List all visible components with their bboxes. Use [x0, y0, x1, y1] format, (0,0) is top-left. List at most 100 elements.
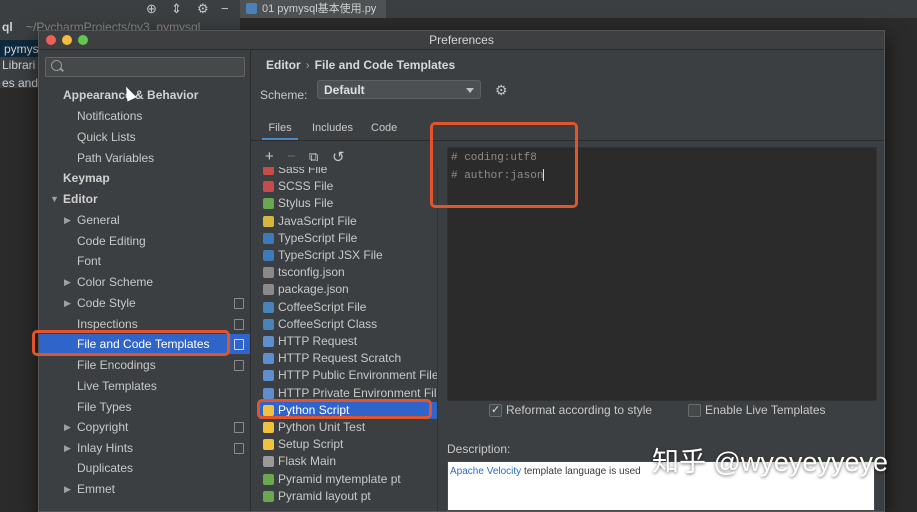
nav-general[interactable]: ▶ General: [39, 210, 250, 230]
file-template-item[interactable]: TypeScript JSX File: [259, 247, 437, 264]
file-template-item[interactable]: Sass File: [259, 167, 437, 178]
velocity-link[interactable]: Apache Velocity: [450, 466, 521, 477]
editor-tab-label: 01 pymysql基本使用.py: [262, 3, 377, 15]
nav-keymap[interactable]: Keymap: [39, 168, 250, 188]
nav-code-style[interactable]: ▶ Code Style: [39, 293, 250, 313]
breadcrumb: Editor › File and Code Templates: [266, 58, 455, 72]
nav-duplicates[interactable]: Duplicates: [39, 458, 250, 478]
collapsed-arrow-icon[interactable]: ▶: [64, 417, 71, 437]
file-type-icon: [263, 198, 274, 210]
editor-tab[interactable]: 01 pymysql基本使用.py: [240, 0, 387, 18]
minimize-window-button[interactable]: [62, 35, 72, 45]
dialog-titlebar: Preferences: [39, 31, 884, 50]
nav-path-variables[interactable]: Path Variables: [39, 148, 250, 168]
python-file-icon: [246, 3, 257, 14]
file-template-label: TypeScript File: [278, 230, 358, 245]
nav-appearance-behavior[interactable]: Appearance & Behavior: [39, 85, 250, 105]
close-window-button[interactable]: [46, 35, 56, 45]
settings-search-input[interactable]: [45, 57, 245, 77]
file-template-item[interactable]: Stylus File: [259, 195, 437, 212]
minimize-icon[interactable]: −: [221, 1, 229, 16]
file-template-item[interactable]: HTTP Request Scratch: [259, 350, 437, 367]
file-template-label: Stylus File: [278, 196, 334, 211]
ide-toolbar: ⊕ ⇕ ⚙ − 01 pymysql基本使用.py: [0, 0, 917, 19]
file-template-item[interactable]: Pyramid mytemplate pt: [259, 471, 437, 488]
file-template-item[interactable]: Flask Main: [259, 453, 437, 470]
tab-files[interactable]: Files: [262, 116, 298, 140]
file-template-item[interactable]: CoffeeScript File: [259, 299, 437, 316]
add-icon[interactable]: +: [265, 148, 274, 165]
file-template-item[interactable]: HTTP Request: [259, 333, 437, 350]
file-template-label: CoffeeScript File: [278, 299, 367, 314]
description-label: Description:: [447, 442, 511, 456]
tab-includes[interactable]: Includes: [312, 116, 353, 140]
file-type-icon: [263, 439, 274, 451]
collapsed-arrow-icon[interactable]: ▶: [64, 293, 71, 313]
breadcrumb-parent[interactable]: Editor: [266, 58, 301, 72]
tab-code[interactable]: Code: [371, 116, 397, 140]
file-type-icon: [263, 473, 274, 485]
file-template-label: tsconfig.json: [278, 265, 345, 280]
nav-quick-lists[interactable]: Quick Lists: [39, 127, 250, 147]
file-type-icon: [263, 353, 274, 365]
file-template-label: SCSS File: [278, 179, 334, 194]
zoom-window-button[interactable]: [78, 35, 88, 45]
nav-font[interactable]: Font: [39, 251, 250, 271]
file-template-label: Sass File: [278, 167, 328, 176]
checkbox-unchecked-icon: [688, 404, 701, 417]
scheme-gear-icon[interactable]: ⚙: [495, 82, 508, 99]
dialog-title: Preferences: [429, 33, 494, 47]
nav-live-templates[interactable]: Live Templates: [39, 376, 250, 396]
file-template-item[interactable]: HTTP Public Environment File: [259, 367, 437, 384]
file-type-icon: [263, 456, 274, 468]
file-template-item[interactable]: Setup Script: [259, 436, 437, 453]
reset-icon[interactable]: ↺: [332, 148, 345, 166]
nav-color-scheme[interactable]: ▶ Color Scheme: [39, 272, 250, 292]
collapsed-arrow-icon[interactable]: ▶: [64, 210, 71, 230]
callout-editor-highlight: [430, 122, 578, 208]
nav-code-editing[interactable]: Code Editing: [39, 231, 250, 251]
nav-file-encodings[interactable]: File Encodings: [39, 355, 250, 375]
nav-editor[interactable]: ▼ Editor: [39, 189, 250, 209]
nav-copyright[interactable]: ▶ Copyright: [39, 417, 250, 437]
target-icon[interactable]: ⊕: [146, 1, 157, 17]
breadcrumb-current: File and Code Templates: [314, 58, 456, 72]
file-template-item[interactable]: JavaScript File: [259, 213, 437, 230]
nav-file-types[interactable]: File Types: [39, 397, 250, 417]
file-template-label: package.json: [278, 282, 349, 297]
file-template-label: Flask Main: [278, 454, 337, 469]
tree-item-libraries[interactable]: Librari: [2, 58, 35, 72]
callout-sidebar-highlight: [32, 330, 230, 356]
collapsed-arrow-icon[interactable]: ▶: [64, 479, 71, 499]
copy-icon[interactable]: ⧉: [309, 149, 318, 165]
file-template-item[interactable]: TypeScript File: [259, 230, 437, 247]
file-type-icon: [263, 215, 274, 227]
collapse-icon[interactable]: ⇕: [171, 1, 182, 17]
file-template-item[interactable]: tsconfig.json: [259, 264, 437, 281]
file-type-icon: [263, 318, 274, 330]
file-template-label: HTTP Request: [278, 334, 358, 348]
template-file-list[interactable]: Sass File SCSS File Stylus File JavaScript …: [259, 167, 438, 511]
file-template-item[interactable]: Python Unit Test: [259, 419, 437, 436]
remove-icon[interactable]: −: [287, 148, 296, 165]
file-template-label: Pyramid layout pt: [278, 488, 371, 503]
file-type-icon: [263, 370, 274, 382]
settings-gear-icon[interactable]: ⚙: [197, 1, 209, 17]
file-type-icon: [263, 181, 274, 193]
expanded-arrow-icon[interactable]: ▼: [50, 189, 59, 209]
breadcrumb-separator: ›: [305, 58, 310, 72]
scheme-dropdown[interactable]: Default: [317, 80, 481, 99]
collapsed-arrow-icon[interactable]: ▶: [64, 438, 71, 458]
project-name[interactable]: ql: [2, 20, 13, 34]
project-scope-icon: [234, 298, 244, 309]
file-type-icon: [263, 336, 274, 347]
collapsed-arrow-icon[interactable]: ▶: [64, 272, 71, 292]
nav-notifications[interactable]: Notifications: [39, 106, 250, 126]
file-template-item[interactable]: package.json: [259, 281, 437, 298]
file-template-item[interactable]: Pyramid layout pt: [259, 488, 437, 505]
file-template-item[interactable]: CoffeeScript Class: [259, 316, 437, 333]
file-template-item[interactable]: SCSS File: [259, 178, 437, 195]
file-type-icon: [263, 250, 274, 261]
nav-emmet[interactable]: ▶ Emmet: [39, 479, 250, 499]
nav-inlay-hints[interactable]: ▶ Inlay Hints: [39, 438, 250, 458]
